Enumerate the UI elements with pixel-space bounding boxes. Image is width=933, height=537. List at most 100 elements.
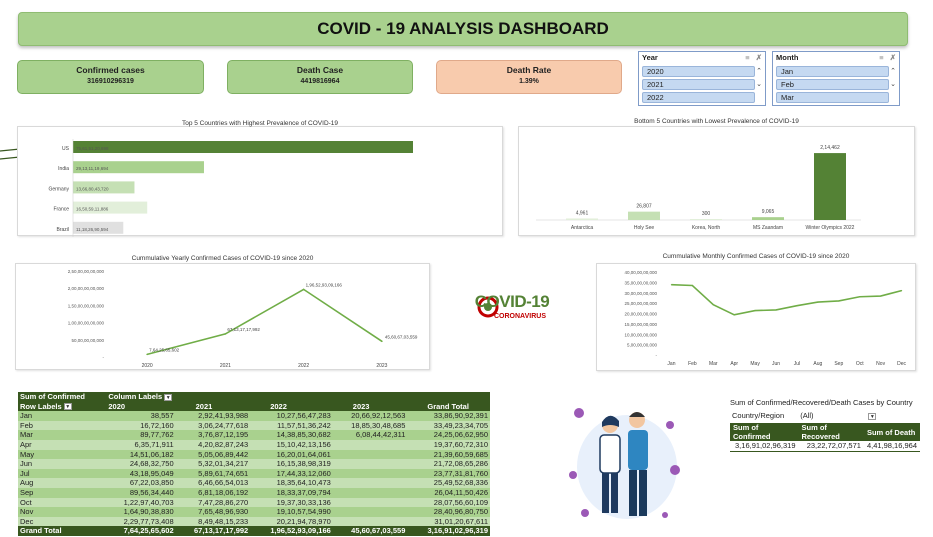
pivot-cell: 20,21,94,78,970 — [250, 516, 333, 527]
month-slicer-scrollbar[interactable]: ⌃ ⌄ — [889, 65, 897, 105]
bottom5-chart-panel[interactable]: Bottom 5 Countries with Lowest Prevalenc… — [518, 118, 915, 236]
year-slicer-scrollbar[interactable]: ⌃ ⌄ — [755, 65, 763, 105]
year-slicer-title: Year — [642, 53, 658, 62]
pivot-cell: 89,77,762 — [106, 430, 176, 440]
table-row[interactable]: May 14,51,06,182 5,05,06,89,442 16,20,01,64… — [18, 449, 490, 460]
bar-data-label: 29,13,11,19,694 — [76, 166, 109, 171]
x-tick-label: 2021 — [220, 363, 231, 369]
clear-filter-icon[interactable]: ✗ — [756, 53, 762, 62]
scroll-up-icon[interactable]: ⌃ — [889, 65, 897, 78]
dashboard-title: COVID - 19 ANALYSIS DASHBOARD — [18, 12, 908, 46]
year-slicer[interactable]: Year ≡ ✗ 2020 2021 2022 ⌃ ⌄ — [638, 51, 766, 106]
pivot-cell: 18,33,37,09,794 — [250, 487, 333, 498]
monthly-chart-title: Cummulative Monthly Confirmed Cases of C… — [662, 253, 850, 260]
confirmed-cases-label: Confirmed cases — [76, 65, 145, 75]
pivot-total-cell: 3,16,91,02,96,319 — [407, 526, 490, 536]
monthly-chart: 40,00,00,00,000 35,00,00,00,000 30,00,00,0… — [624, 270, 906, 367]
y-tick-label: 5,00,00,00,000 — [627, 343, 658, 348]
table-row[interactable]: Jun 24,68,32,750 5,32,01,34,217 16,15,38,98… — [18, 459, 490, 469]
pivot-row-labels: Row Labels — [20, 401, 62, 411]
monthly-chart-panel[interactable]: Cummulative Monthly Confirmed Cases of C… — [596, 253, 916, 371]
bar-data-label: 300 — [702, 211, 711, 217]
death-case-value: 4419816964 — [300, 77, 340, 85]
pivot-cell: 25,49,52,68,336 — [407, 478, 490, 488]
pivot-month-label: Apr — [18, 439, 107, 450]
logo-sub-text: CORONAVIRUS — [494, 313, 546, 320]
pivot-cell: 23,77,31,81,760 — [407, 468, 490, 479]
clear-filter-icon[interactable]: ✗ — [890, 53, 896, 62]
death-rate-value: 1.39% — [519, 77, 539, 85]
pivot-cell: 6,08,44,42,311 — [332, 430, 408, 440]
x-tick-label: Aug — [813, 361, 822, 367]
y-tick-label: 40,00,00,00,000 — [624, 270, 657, 275]
y-tick-label: 30,00,00,00,000 — [624, 291, 657, 296]
multi-select-icon[interactable]: ≡ — [745, 53, 749, 62]
x-tick-label: 2020 — [142, 363, 153, 369]
bar-category-label: Germany — [48, 186, 69, 192]
line-point — [775, 309, 777, 311]
pivot-cell — [332, 468, 408, 479]
year-item-2020[interactable]: 2020 — [642, 66, 755, 77]
table-row[interactable]: Nov 1,64,90,38,830 7,65,48,96,930 19,10,57,… — [18, 507, 490, 517]
pivot-cell: 19,10,57,54,990 — [250, 507, 333, 517]
month-item-jan[interactable]: Jan — [776, 66, 889, 77]
x-tick-label: Oct — [856, 361, 864, 367]
bar-data-label: 75,61,51,20,698 — [76, 146, 109, 151]
pivot-cell: 31,01,20,67,611 — [407, 516, 490, 527]
pivot-cell — [332, 459, 408, 469]
year-item-2022[interactable]: 2022 — [642, 92, 755, 103]
pivot-cell: 24,68,32,750 — [106, 459, 176, 469]
pivot-cell: 1,22,97,40,703 — [106, 497, 176, 508]
pivot-cell — [332, 516, 408, 527]
y-tick-label: - — [656, 353, 658, 358]
row-filter-dropdown-icon[interactable]: ▼ — [63, 403, 72, 411]
x-tick-label: May — [750, 361, 760, 367]
table-row[interactable]: Mar 89,77,762 3,76,87,12,195 14,38,85,30,68… — [18, 430, 490, 440]
country-filter-dropdown-icon[interactable]: ▼ — [868, 412, 877, 420]
line-point — [754, 310, 756, 312]
table-row[interactable]: Dec 2,29,77,73,408 8,49,48,15,233 20,21,94,… — [18, 516, 490, 527]
month-slicer[interactable]: Month ≡ ✗ Jan Feb Mar ⌃ ⌄ — [772, 51, 900, 106]
table-row[interactable]: Oct 1,22,97,40,703 7,47,28,86,270 19,37,30,… — [18, 497, 490, 508]
scroll-up-icon[interactable]: ⌃ — [755, 65, 763, 78]
line-point — [302, 288, 305, 291]
bar-data-label: 4,961 — [576, 210, 589, 216]
pivot-cell — [332, 478, 408, 488]
bar-data-label: 9,065 — [762, 209, 775, 215]
y-tick-label: 20,00,00,00,000 — [624, 312, 657, 317]
table-row[interactable]: Feb 16,72,160 3,06,24,77,618 11,57,51,36,24… — [18, 420, 490, 431]
pivot-cell: 8,49,48,15,233 — [175, 516, 251, 527]
pivot-month-label: Dec — [18, 516, 107, 527]
pivot-cell: 33,86,90,92,391 — [407, 411, 490, 421]
month-item-mar[interactable]: Mar — [776, 92, 889, 103]
table-row[interactable]: Jul 43,18,95,049 5,89,61,74,651 17,44,33,12… — [18, 468, 490, 479]
scroll-down-icon[interactable]: ⌄ — [889, 78, 897, 91]
scroll-down-icon[interactable]: ⌄ — [755, 78, 763, 91]
top5-chart-panel[interactable]: Top 5 Countries with Highest Prevalence … — [17, 120, 503, 238]
column-filter-dropdown-icon[interactable]: ▼ — [164, 393, 173, 401]
bar-category-label: Korea, North — [692, 225, 721, 231]
table-row[interactable]: Jan 38,557 2,92,41,93,988 10,27,56,47,283 20… — [18, 411, 490, 421]
bar — [566, 218, 598, 220]
year-item-2021[interactable]: 2021 — [642, 79, 755, 90]
table-row[interactable]: Apr 6,35,71,911 4,20,82,87,243 15,10,42,13,… — [18, 439, 490, 450]
country-pivot[interactable]: Sum of Confirmed/Recovered/Death Cases b… — [730, 398, 920, 452]
pivot-month-label: Oct — [18, 497, 107, 508]
pivot-month-label: Sep — [18, 487, 107, 498]
line-point — [733, 314, 735, 316]
table-row[interactable]: Aug 67,22,03,850 6,46,66,54,013 18,35,64,10… — [18, 478, 490, 488]
pivot-month-label: Jun — [18, 459, 107, 469]
pivot-table[interactable]: Sum of Confirmed Column Labels ▼ Row Lab… — [18, 392, 490, 536]
multi-select-icon[interactable]: ≡ — [879, 53, 883, 62]
pivot-header-row-1: Sum of Confirmed Column Labels ▼ — [18, 392, 490, 402]
bottom5-chart: 4,961 Antarctica 26,807 Holy See 300 Korea, N… — [536, 145, 861, 231]
bar-category-label: Winter Olympics 2022 — [806, 225, 855, 231]
bar-category-label: Brazil — [56, 227, 69, 233]
line-point — [712, 304, 714, 306]
pivot-cell: 21,39,60,59,685 — [407, 449, 490, 460]
table-row[interactable]: Sep 89,56,34,440 6,81,18,06,192 18,33,37,09… — [18, 487, 490, 498]
pivot-cell: 67,22,03,850 — [106, 478, 176, 488]
month-item-feb[interactable]: Feb — [776, 79, 889, 90]
yearly-chart-panel[interactable]: Cummulative Yearly Confirmed Cases of CO… — [15, 255, 430, 370]
death-rate-label: Death Rate — [506, 65, 552, 75]
